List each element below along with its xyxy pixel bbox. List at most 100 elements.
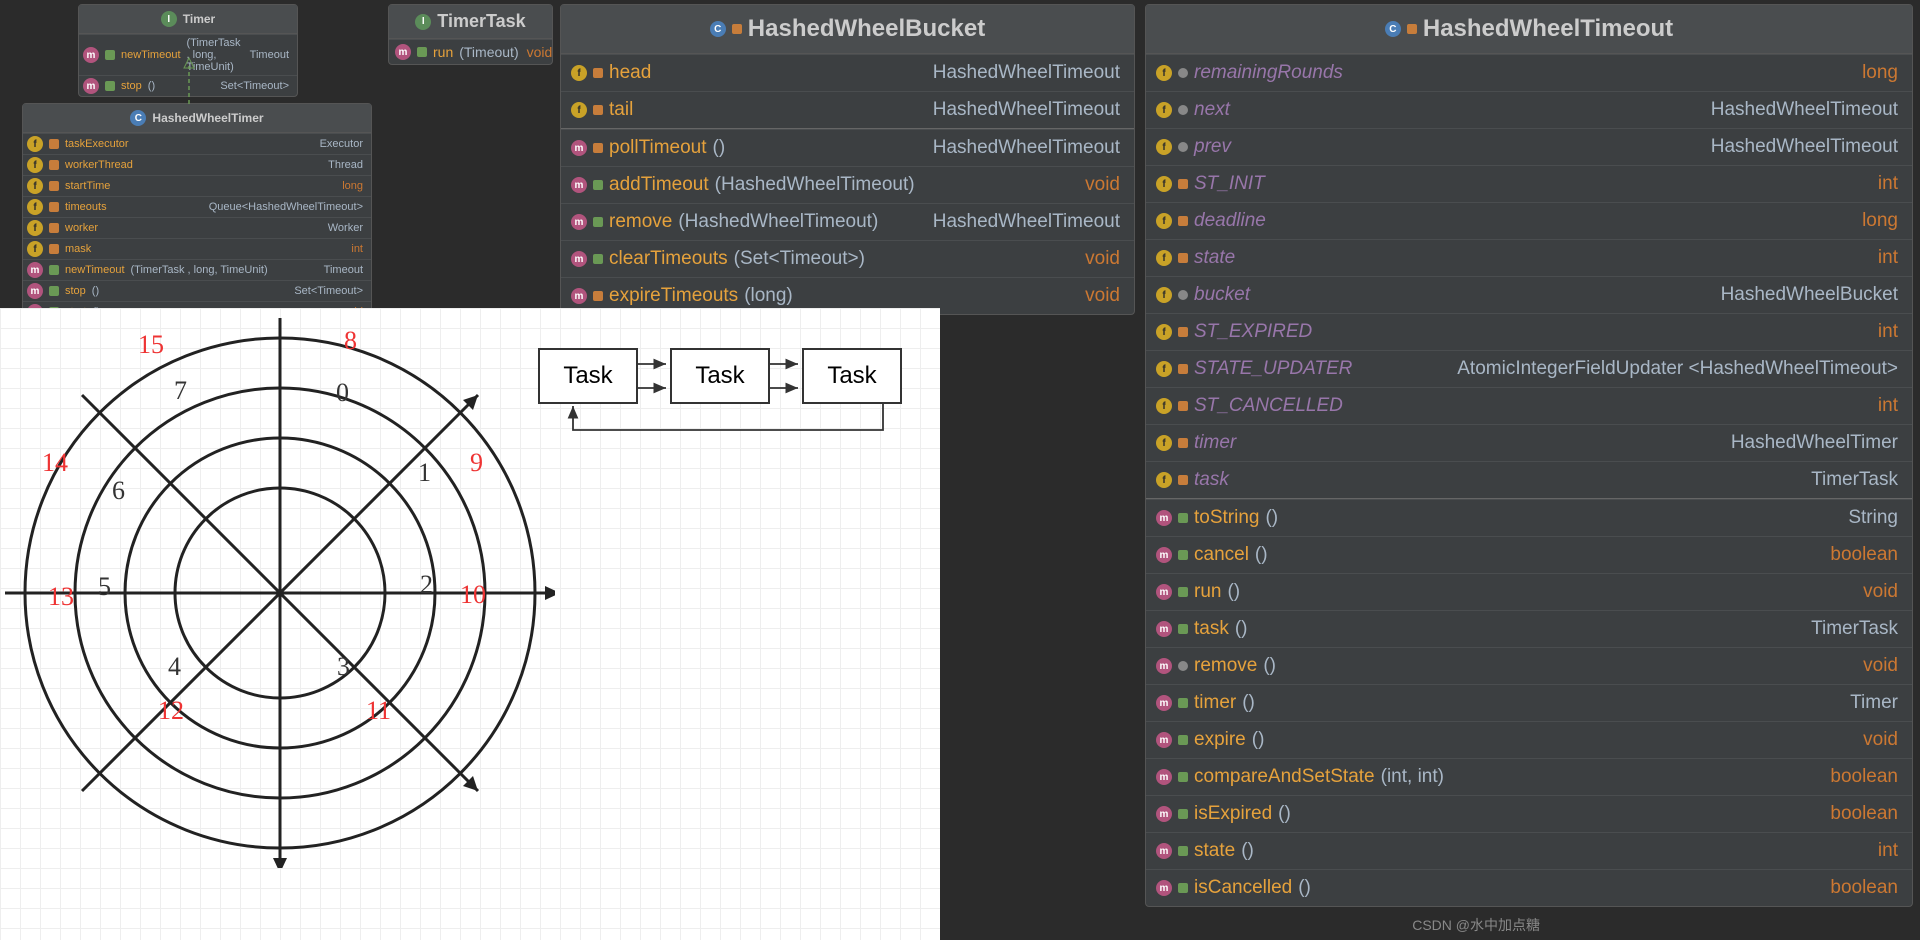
member-type: long — [342, 180, 363, 192]
lock-icon — [593, 68, 603, 78]
field-next: fnextHashedWheelTimeout — [1146, 91, 1912, 128]
task-arrows — [538, 344, 918, 434]
unlock-icon — [1178, 772, 1188, 782]
member-name: worker — [65, 222, 98, 234]
member-type: void — [1863, 729, 1898, 751]
member-params: () — [1242, 692, 1255, 714]
method-icon: m — [27, 262, 43, 278]
member-type: int — [1878, 321, 1898, 343]
member-params: (Timeout) — [459, 44, 518, 60]
member-name: head — [609, 62, 651, 84]
unlock-icon — [49, 265, 59, 275]
field-icon: f — [1156, 472, 1172, 488]
method-icon: m — [1156, 695, 1172, 711]
field-mask: fmaskint — [23, 238, 371, 259]
member-type: HashedWheelTimeout — [1711, 99, 1898, 121]
field-timeouts: ftimeoutsQueue<HashedWheelTimeout> — [23, 196, 371, 217]
method-icon: m — [1156, 843, 1172, 859]
field-icon: f — [1156, 250, 1172, 266]
lock-icon — [1178, 179, 1188, 189]
watermark: CSDN @水中加点糖 — [1412, 915, 1540, 935]
member-params: (HashedWheelTimeout) — [678, 211, 878, 233]
package-icon — [1178, 142, 1188, 152]
interface-icon: I — [161, 11, 177, 27]
member-type: Executor — [320, 138, 363, 150]
member-type: String — [1848, 507, 1898, 529]
package-icon — [1178, 68, 1188, 78]
lock-icon — [1178, 253, 1188, 263]
method-icon: m — [1156, 732, 1172, 748]
unlock-icon — [593, 180, 603, 190]
field-icon: f — [1156, 435, 1172, 451]
unlock-icon — [1178, 587, 1188, 597]
unlock-icon — [1178, 846, 1188, 856]
method-icon: m — [571, 177, 587, 193]
card-header: C HashedWheelTimeout — [1146, 5, 1912, 54]
wheel-slot-3: 3 — [337, 652, 350, 682]
member-name: startTime — [65, 180, 110, 192]
member-name: addTimeout — [609, 174, 709, 196]
member-type: int — [351, 243, 363, 255]
member-type: void — [527, 44, 553, 60]
member-params: () — [1298, 877, 1311, 899]
method-addTimeout: maddTimeout(HashedWheelTimeout)void — [561, 166, 1134, 203]
method-icon: m — [571, 251, 587, 267]
field-ST_CANCELLED: fST_CANCELLEDint — [1146, 387, 1912, 424]
member-type: int — [1878, 173, 1898, 195]
lock-icon — [49, 181, 59, 191]
unlock-icon — [593, 217, 603, 227]
field-ST_EXPIRED: fST_EXPIREDint — [1146, 313, 1912, 350]
field-icon: f — [571, 102, 587, 118]
member-name: timeouts — [65, 201, 107, 213]
member-params: () — [1235, 618, 1248, 640]
wheel-slot-7: 7 — [174, 376, 187, 406]
member-params: () — [1252, 729, 1265, 751]
member-name: bucket — [1194, 284, 1250, 306]
field-icon: f — [1156, 139, 1172, 155]
member-name: ST_INIT — [1194, 173, 1265, 195]
card-header: I Timer — [79, 5, 297, 34]
method-state: mstate()int — [1146, 832, 1912, 869]
field-tail: ftailHashedWheelTimeout — [561, 91, 1134, 128]
member-type: Timer — [1850, 692, 1898, 714]
member-name: STATE_UPDATER — [1194, 358, 1352, 380]
member-name: newTimeout — [65, 264, 125, 276]
member-name: remove — [609, 211, 672, 233]
member-list: f head HashedWheelTimeout ftailHashedWheelT… — [561, 54, 1134, 314]
lock-icon — [593, 105, 603, 115]
class-icon: C — [710, 21, 726, 37]
field-state: f state int — [1146, 239, 1912, 276]
method-icon: m — [571, 140, 587, 156]
member-name: stop — [65, 285, 86, 297]
package-icon — [1178, 105, 1188, 115]
member-name: remainingRounds — [1194, 62, 1343, 84]
member-name: state — [1194, 247, 1235, 269]
method-newTimeout: mnewTimeout(TimerTask , long, TimeUnit)T… — [23, 259, 371, 280]
unlock-icon — [1178, 735, 1188, 745]
field-icon: f — [1156, 361, 1172, 377]
field-icon: f — [571, 65, 587, 81]
wheel-slot-10: 10 — [460, 580, 486, 610]
member-type: void — [1085, 248, 1120, 270]
member-params: () — [1263, 655, 1276, 677]
member-type: HashedWheelTimeout — [933, 62, 1120, 84]
member-params: (TimerTask , long, TimeUnit) — [131, 264, 268, 276]
method-compareAndSetState: mcompareAndSetState(int, int)boolean — [1146, 758, 1912, 795]
wheel-slot-4: 4 — [168, 652, 181, 682]
member-name: clearTimeouts — [609, 248, 728, 270]
member-type: void — [1085, 285, 1120, 307]
member-type: Thread — [328, 159, 363, 171]
wheel-slot-5: 5 — [98, 572, 111, 602]
member-params: (long) — [744, 285, 793, 307]
member-name: ST_CANCELLED — [1194, 395, 1343, 417]
member-name: task — [1194, 469, 1229, 491]
member-params: () — [148, 80, 155, 92]
method-icon: m — [1156, 880, 1172, 896]
member-type: TimerTask — [1811, 469, 1898, 491]
class-title: TimerTask — [437, 11, 525, 32]
field-icon: f — [1156, 324, 1172, 340]
member-params: (int, int) — [1381, 766, 1444, 788]
field-icon: f — [27, 241, 43, 257]
member-type: int — [1878, 247, 1898, 269]
field-task: f task TimerTask — [1146, 461, 1912, 498]
